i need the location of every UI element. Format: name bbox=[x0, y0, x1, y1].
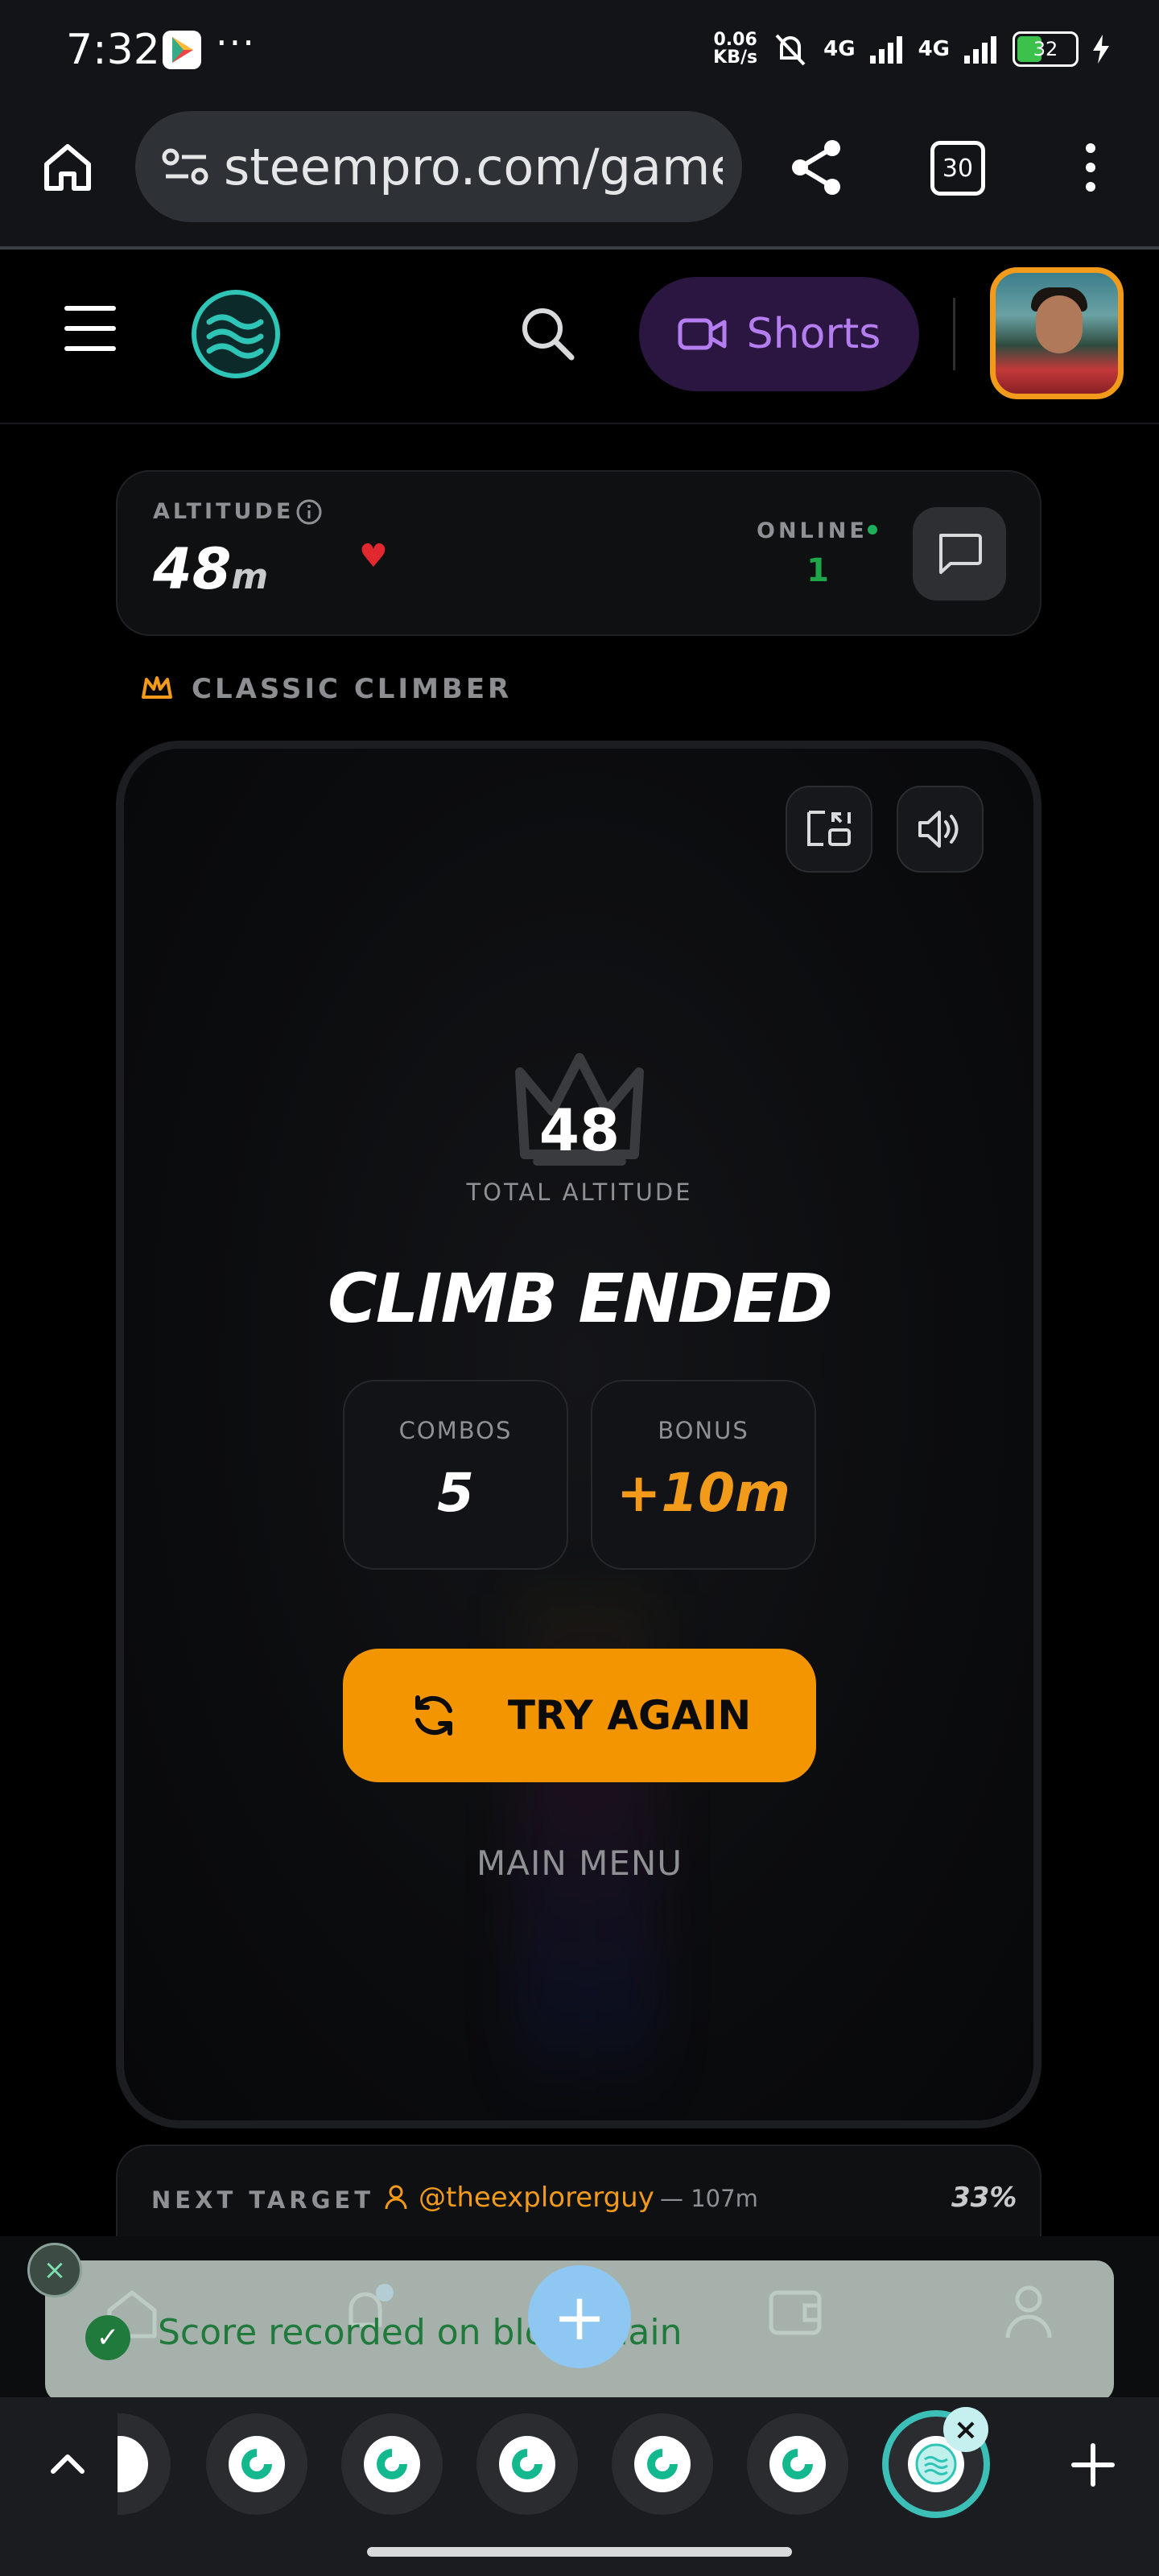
url-text[interactable]: steempro.com/games bbox=[224, 138, 723, 196]
browser-menu-icon[interactable] bbox=[1079, 138, 1103, 200]
address-bar[interactable]: steempro.com/games bbox=[135, 111, 742, 222]
status-indicators: 0.06 KB/s 4G 4G 32 bbox=[713, 29, 1111, 69]
chat-icon bbox=[939, 534, 982, 574]
next-target-user[interactable]: @theexplorerguy bbox=[385, 2182, 654, 2214]
main-menu-link[interactable]: MAIN MENU bbox=[419, 1843, 740, 1883]
climb-ended-title: CLIMB ENDED bbox=[328, 1259, 833, 1338]
mute-bell-icon bbox=[775, 34, 806, 66]
hamburger-menu-icon[interactable] bbox=[63, 303, 118, 357]
online-label: ONLINE bbox=[757, 518, 868, 543]
browser-home-icon[interactable] bbox=[39, 138, 97, 200]
shorts-label: Shorts bbox=[746, 310, 881, 358]
online-status-dot bbox=[868, 525, 877, 535]
sound-button[interactable] bbox=[897, 786, 984, 873]
success-check-icon: ✓ bbox=[85, 2315, 130, 2360]
bonus-value: +10m bbox=[617, 1462, 790, 1524]
status-time: 7:32 bbox=[66, 26, 160, 74]
game-mode-label: CLASSIC CLIMBER bbox=[192, 673, 513, 705]
combos-label: COMBOS bbox=[398, 1417, 513, 1444]
steempro-logo-icon[interactable] bbox=[190, 288, 282, 383]
user-avatar[interactable] bbox=[990, 267, 1124, 399]
combos-stat: COMBOS 5 bbox=[343, 1380, 568, 1570]
picture-in-picture-icon bbox=[807, 811, 851, 846]
gesture-home-bar[interactable] bbox=[367, 2547, 792, 2557]
network-type-2: 4G bbox=[918, 37, 950, 61]
header-divider bbox=[953, 298, 955, 370]
more-notifications-icon: ··· bbox=[216, 21, 256, 64]
toast-close-button[interactable]: × bbox=[27, 2243, 82, 2297]
tab-favicon-icon bbox=[634, 2436, 691, 2492]
tab-3[interactable] bbox=[476, 2413, 578, 2515]
tab-favicon-icon bbox=[364, 2436, 420, 2492]
tab-2[interactable] bbox=[341, 2413, 443, 2515]
chat-button[interactable] bbox=[913, 507, 1006, 601]
info-icon[interactable] bbox=[295, 497, 324, 530]
crown-icon bbox=[140, 673, 174, 705]
try-again-label: TRY AGAIN bbox=[507, 1692, 752, 1739]
charging-icon bbox=[1093, 35, 1109, 64]
tab-favicon-icon bbox=[499, 2436, 555, 2492]
pip-button[interactable] bbox=[786, 786, 872, 873]
user-icon bbox=[385, 2185, 407, 2210]
shorts-button[interactable]: Shorts bbox=[639, 277, 919, 391]
battery-icon: 32 bbox=[1013, 31, 1079, 67]
tab-favicon-icon bbox=[229, 2436, 285, 2492]
create-post-button[interactable]: + bbox=[528, 2265, 631, 2368]
combos-value: 5 bbox=[437, 1462, 474, 1524]
online-count: 1 bbox=[806, 552, 829, 589]
heart-icon: ♥ bbox=[359, 538, 388, 575]
signal-icon-2 bbox=[964, 36, 996, 64]
site-settings-icon[interactable] bbox=[158, 142, 216, 191]
video-camera-icon bbox=[678, 318, 727, 350]
next-target-username[interactable]: @theexplorerguy bbox=[419, 2182, 654, 2214]
tab-1[interactable] bbox=[206, 2413, 307, 2515]
refresh-icon bbox=[415, 1695, 452, 1736]
play-store-notification-icon bbox=[163, 31, 201, 69]
signal-icon-1 bbox=[869, 36, 902, 64]
altitude-label: ALTITUDE bbox=[153, 499, 295, 524]
next-target-distance: — 107m bbox=[660, 2185, 758, 2212]
network-speed: 0.06 KB/s bbox=[713, 30, 758, 68]
site-header bbox=[0, 250, 1159, 424]
close-tab-button[interactable]: × bbox=[943, 2407, 988, 2452]
bonus-label: BONUS bbox=[658, 1417, 749, 1444]
total-altitude-value: 48 bbox=[538, 1096, 621, 1164]
altitude-value: 48m bbox=[153, 536, 269, 602]
try-again-button[interactable]: TRY AGAIN bbox=[343, 1649, 816, 1782]
tab-4[interactable] bbox=[612, 2413, 713, 2515]
tab-switcher-button[interactable]: 30 bbox=[930, 141, 985, 196]
network-type-1: 4G bbox=[823, 37, 856, 61]
share-icon[interactable] bbox=[786, 135, 850, 203]
total-altitude-label: TOTAL ALTITUDE bbox=[466, 1179, 693, 1206]
tab-5[interactable] bbox=[747, 2413, 848, 2515]
next-target-percent: 33% bbox=[951, 2182, 1017, 2214]
speaker-icon bbox=[918, 811, 959, 848]
avatar-face bbox=[1036, 295, 1083, 353]
tab-favicon-icon bbox=[769, 2436, 826, 2492]
collapse-tabs-icon[interactable] bbox=[50, 2450, 85, 2478]
bonus-stat: BONUS +10m bbox=[591, 1380, 816, 1570]
next-target-label: NEXT TARGET bbox=[151, 2186, 375, 2214]
search-icon[interactable] bbox=[518, 304, 576, 365]
new-tab-icon[interactable] bbox=[1069, 2441, 1117, 2492]
